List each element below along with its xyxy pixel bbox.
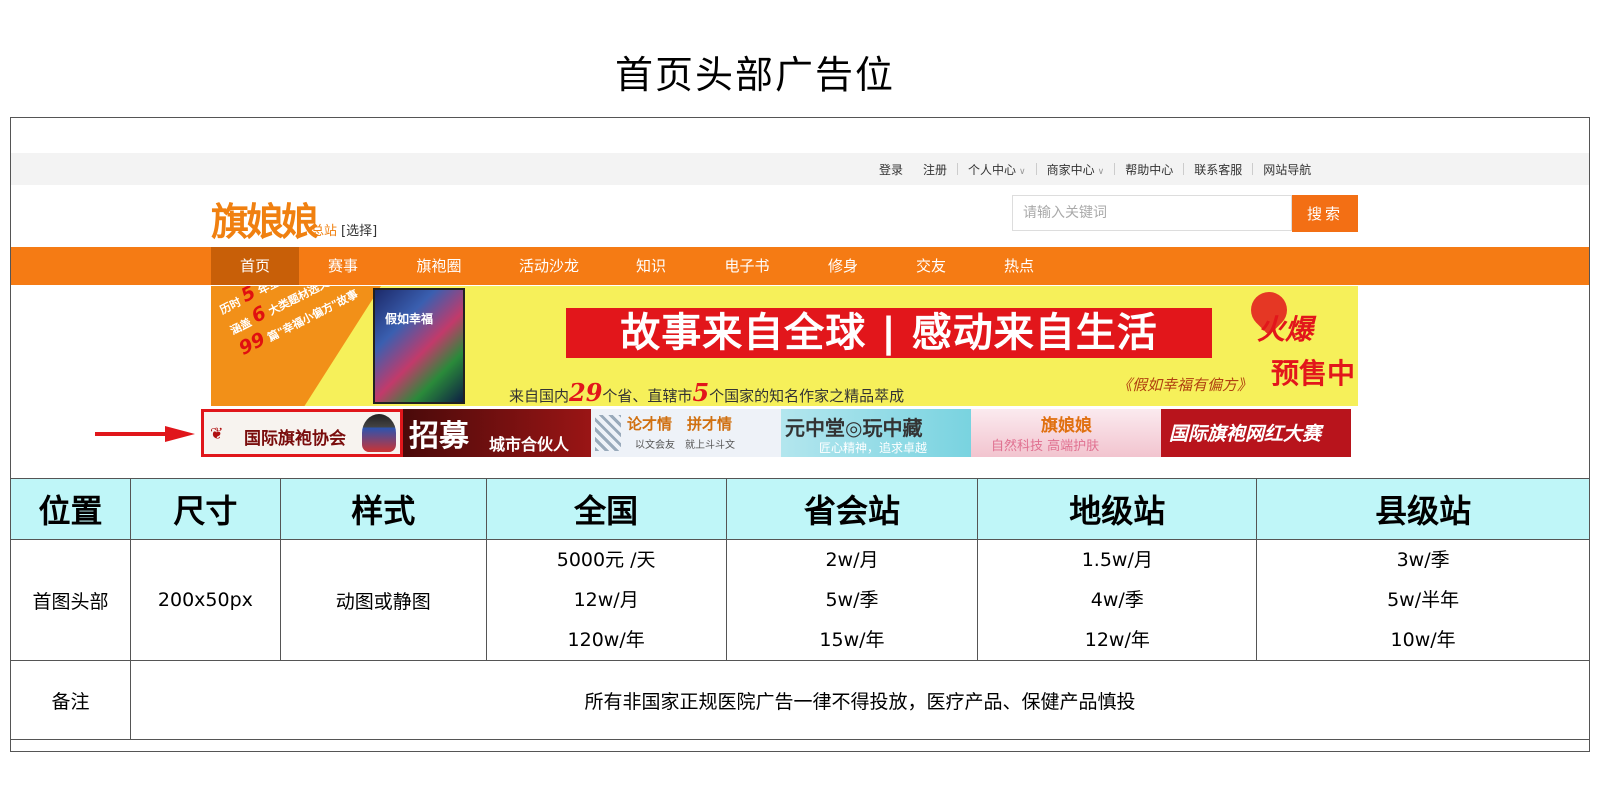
ad-slot-sublabel: 自然科技 高端护肤 bbox=[991, 439, 1100, 454]
ad-slot-label: 国际旗袍协会 bbox=[244, 429, 346, 449]
cell-position: 首图头部 bbox=[10, 539, 131, 661]
register-link[interactable]: 注册 bbox=[913, 161, 957, 178]
pointer-arrow-icon bbox=[95, 426, 195, 442]
price-line: 2w/月 bbox=[825, 549, 879, 571]
search-input[interactable] bbox=[1012, 195, 1292, 231]
merchant-center-menu[interactable]: 商家中心 ∨ bbox=[1037, 161, 1115, 178]
book-cover-image: 假如幸福 bbox=[373, 288, 465, 404]
nav-item-knowledge[interactable]: 知识 bbox=[619, 247, 683, 285]
emblem-icon: ❦ bbox=[210, 424, 224, 443]
banner-subline: 来自国内29个省、直辖市5个国家的知名作家之精品萃成 bbox=[509, 378, 905, 406]
decorative-pattern bbox=[595, 415, 621, 451]
price-line: 120w/年 bbox=[567, 629, 645, 651]
nav-item-home[interactable]: 首页 bbox=[211, 247, 299, 285]
ad-slot-sublabel: 以文会友 就上斗斗文 bbox=[635, 440, 735, 451]
ad-slot-skincare[interactable]: 旗娘娘 自然科技 高端护肤 bbox=[971, 409, 1161, 457]
station-name: 总站 bbox=[311, 224, 338, 239]
chevron-down-icon: ∨ bbox=[1019, 166, 1026, 177]
chevron-down-icon: ∨ bbox=[1097, 166, 1105, 177]
cell-size: 200x50px bbox=[129, 539, 281, 661]
personal-center-label: 个人中心 bbox=[968, 162, 1017, 177]
ad-slot-label: 元中堂◎玩中藏 bbox=[785, 416, 923, 440]
cell-county: 3w/季 5w/半年 10w/年 bbox=[1256, 539, 1590, 661]
price-line: 1.5w/月 bbox=[1081, 549, 1153, 571]
cell-prefecture: 1.5w/月 4w/季 12w/年 bbox=[977, 539, 1258, 661]
table-row: 首图头部 200x50px 动图或静图 5000元 /天 12w/月 120w/… bbox=[10, 539, 1590, 661]
col-header-prefecture: 地级站 bbox=[977, 478, 1258, 540]
ad-slot-label: 论才情 拼才情 bbox=[627, 415, 733, 433]
price-line: 12w/月 bbox=[573, 589, 639, 611]
ad-strip: ❦ 国际旗袍协会 招募 城市合伙人 论才情 拼才情 以文会友 就上斗斗文 元中堂… bbox=[201, 409, 1360, 457]
ad-slot-yuanzhongtang[interactable]: 元中堂◎玩中藏 匠心精神，追求卓越 bbox=[781, 409, 971, 457]
station-selector: 总站 [选择] bbox=[311, 220, 377, 239]
price-line: 15w/年 bbox=[819, 629, 885, 651]
main-nav: 首页 赛事 旗袍圈 活动沙龙 知识 电子书 修身 交友 热点 bbox=[11, 247, 1589, 285]
nav-item-qipao-circle[interactable]: 旗袍圈 bbox=[397, 247, 481, 285]
ad-slot-label: 国际旗袍网红大赛 bbox=[1169, 423, 1322, 445]
col-header-provincial: 省会站 bbox=[725, 478, 979, 540]
ad-slot-qipao-contest[interactable]: 国际旗袍网红大赛 bbox=[1161, 409, 1351, 457]
nav-item-hot[interactable]: 热点 bbox=[987, 247, 1051, 285]
col-header-position: 位置 bbox=[10, 478, 131, 540]
ad-slot-sublabel: 匠心精神，追求卓越 bbox=[819, 441, 928, 455]
price-line: 4w/季 bbox=[1090, 589, 1144, 611]
price-line: 12w/年 bbox=[1084, 629, 1150, 651]
col-header-size: 尺寸 bbox=[129, 478, 281, 540]
banner-presale-label: 预售中 bbox=[1271, 357, 1356, 390]
banner-headline: 故事来自全球 | 感动来自生活 bbox=[566, 308, 1212, 358]
nav-item-fitness[interactable]: 修身 bbox=[811, 247, 875, 285]
note-text: 所有非国家正规医院广告一律不得投放，医疗产品、保健产品慎投 bbox=[129, 660, 1591, 740]
ad-slot-sublabel: 城市合伙人 bbox=[489, 435, 570, 454]
col-header-style: 样式 bbox=[279, 478, 487, 540]
cell-style: 动图或静图 bbox=[279, 539, 487, 661]
customer-service-link[interactable]: 联系客服 bbox=[1184, 161, 1252, 178]
col-header-national: 全国 bbox=[485, 478, 727, 540]
nav-item-salon[interactable]: 活动沙龙 bbox=[505, 247, 593, 285]
ad-slot-doudouwen[interactable]: 论才情 拼才情 以文会友 就上斗斗文 bbox=[591, 409, 781, 457]
book-cover-title: 假如幸福 bbox=[385, 312, 434, 326]
personal-center-menu[interactable]: 个人中心 ∨ bbox=[958, 161, 1036, 178]
login-link[interactable]: 登录 bbox=[869, 161, 913, 178]
banner-book-title: 《假如幸福有偏方》 bbox=[1117, 376, 1253, 394]
station-select-link[interactable]: [选择] bbox=[341, 224, 377, 239]
pricing-table: 位置 尺寸 样式 全国 省会站 地级站 县级站 首图头部 200x50px 动图… bbox=[10, 478, 1591, 740]
table-header-row: 位置 尺寸 样式 全国 省会站 地级站 县级站 bbox=[10, 478, 1590, 540]
note-label: 备注 bbox=[10, 660, 131, 740]
price-line: 10w/年 bbox=[1390, 629, 1456, 651]
model-portrait bbox=[362, 414, 396, 452]
page-title: 首页头部广告位 bbox=[614, 53, 895, 97]
ad-slot-qipao-association[interactable]: ❦ 国际旗袍协会 bbox=[201, 409, 403, 457]
search-button[interactable]: 搜索 bbox=[1292, 195, 1358, 232]
site-logo[interactable]: 旗娘娘 bbox=[211, 191, 319, 246]
nav-item-dating[interactable]: 交友 bbox=[899, 247, 963, 285]
cell-national: 5000元 /天 12w/月 120w/年 bbox=[485, 539, 727, 661]
table-note-row: 备注 所有非国家正规医院广告一律不得投放，医疗产品、保健产品慎投 bbox=[10, 660, 1591, 740]
top-links: 登录 注册 个人中心 ∨ 商家中心 ∨ 帮助中心 联系客服 网站导航 bbox=[869, 153, 1321, 185]
price-line: 5w/季 bbox=[825, 589, 879, 611]
help-center-link[interactable]: 帮助中心 bbox=[1115, 161, 1183, 178]
top-bar: 登录 注册 个人中心 ∨ 商家中心 ∨ 帮助中心 联系客服 网站导航 bbox=[11, 153, 1589, 185]
ad-slot-recruit-partner[interactable]: 招募 城市合伙人 bbox=[403, 409, 591, 457]
nav-item-events[interactable]: 赛事 bbox=[311, 247, 375, 285]
price-line: 5000元 /天 bbox=[556, 549, 656, 571]
col-header-county: 县级站 bbox=[1256, 478, 1590, 540]
price-line: 5w/半年 bbox=[1387, 589, 1460, 611]
ad-slot-label: 旗娘娘 bbox=[1041, 416, 1092, 436]
hero-banner[interactable]: 历时 5 年全球精选 涵盖 6 大类题材选文 99 篇"幸福小偏方"故事 假如幸… bbox=[211, 286, 1358, 406]
banner-hot-label: 火爆 bbox=[1257, 313, 1314, 346]
site-nav-link[interactable]: 网站导航 bbox=[1253, 161, 1321, 178]
merchant-center-label: 商家中心 bbox=[1046, 162, 1095, 177]
ad-slot-label: 招募 bbox=[409, 419, 469, 454]
nav-item-ebook[interactable]: 电子书 bbox=[705, 247, 789, 285]
cell-provincial: 2w/月 5w/季 15w/年 bbox=[725, 539, 979, 661]
price-line: 3w/季 bbox=[1396, 549, 1450, 571]
